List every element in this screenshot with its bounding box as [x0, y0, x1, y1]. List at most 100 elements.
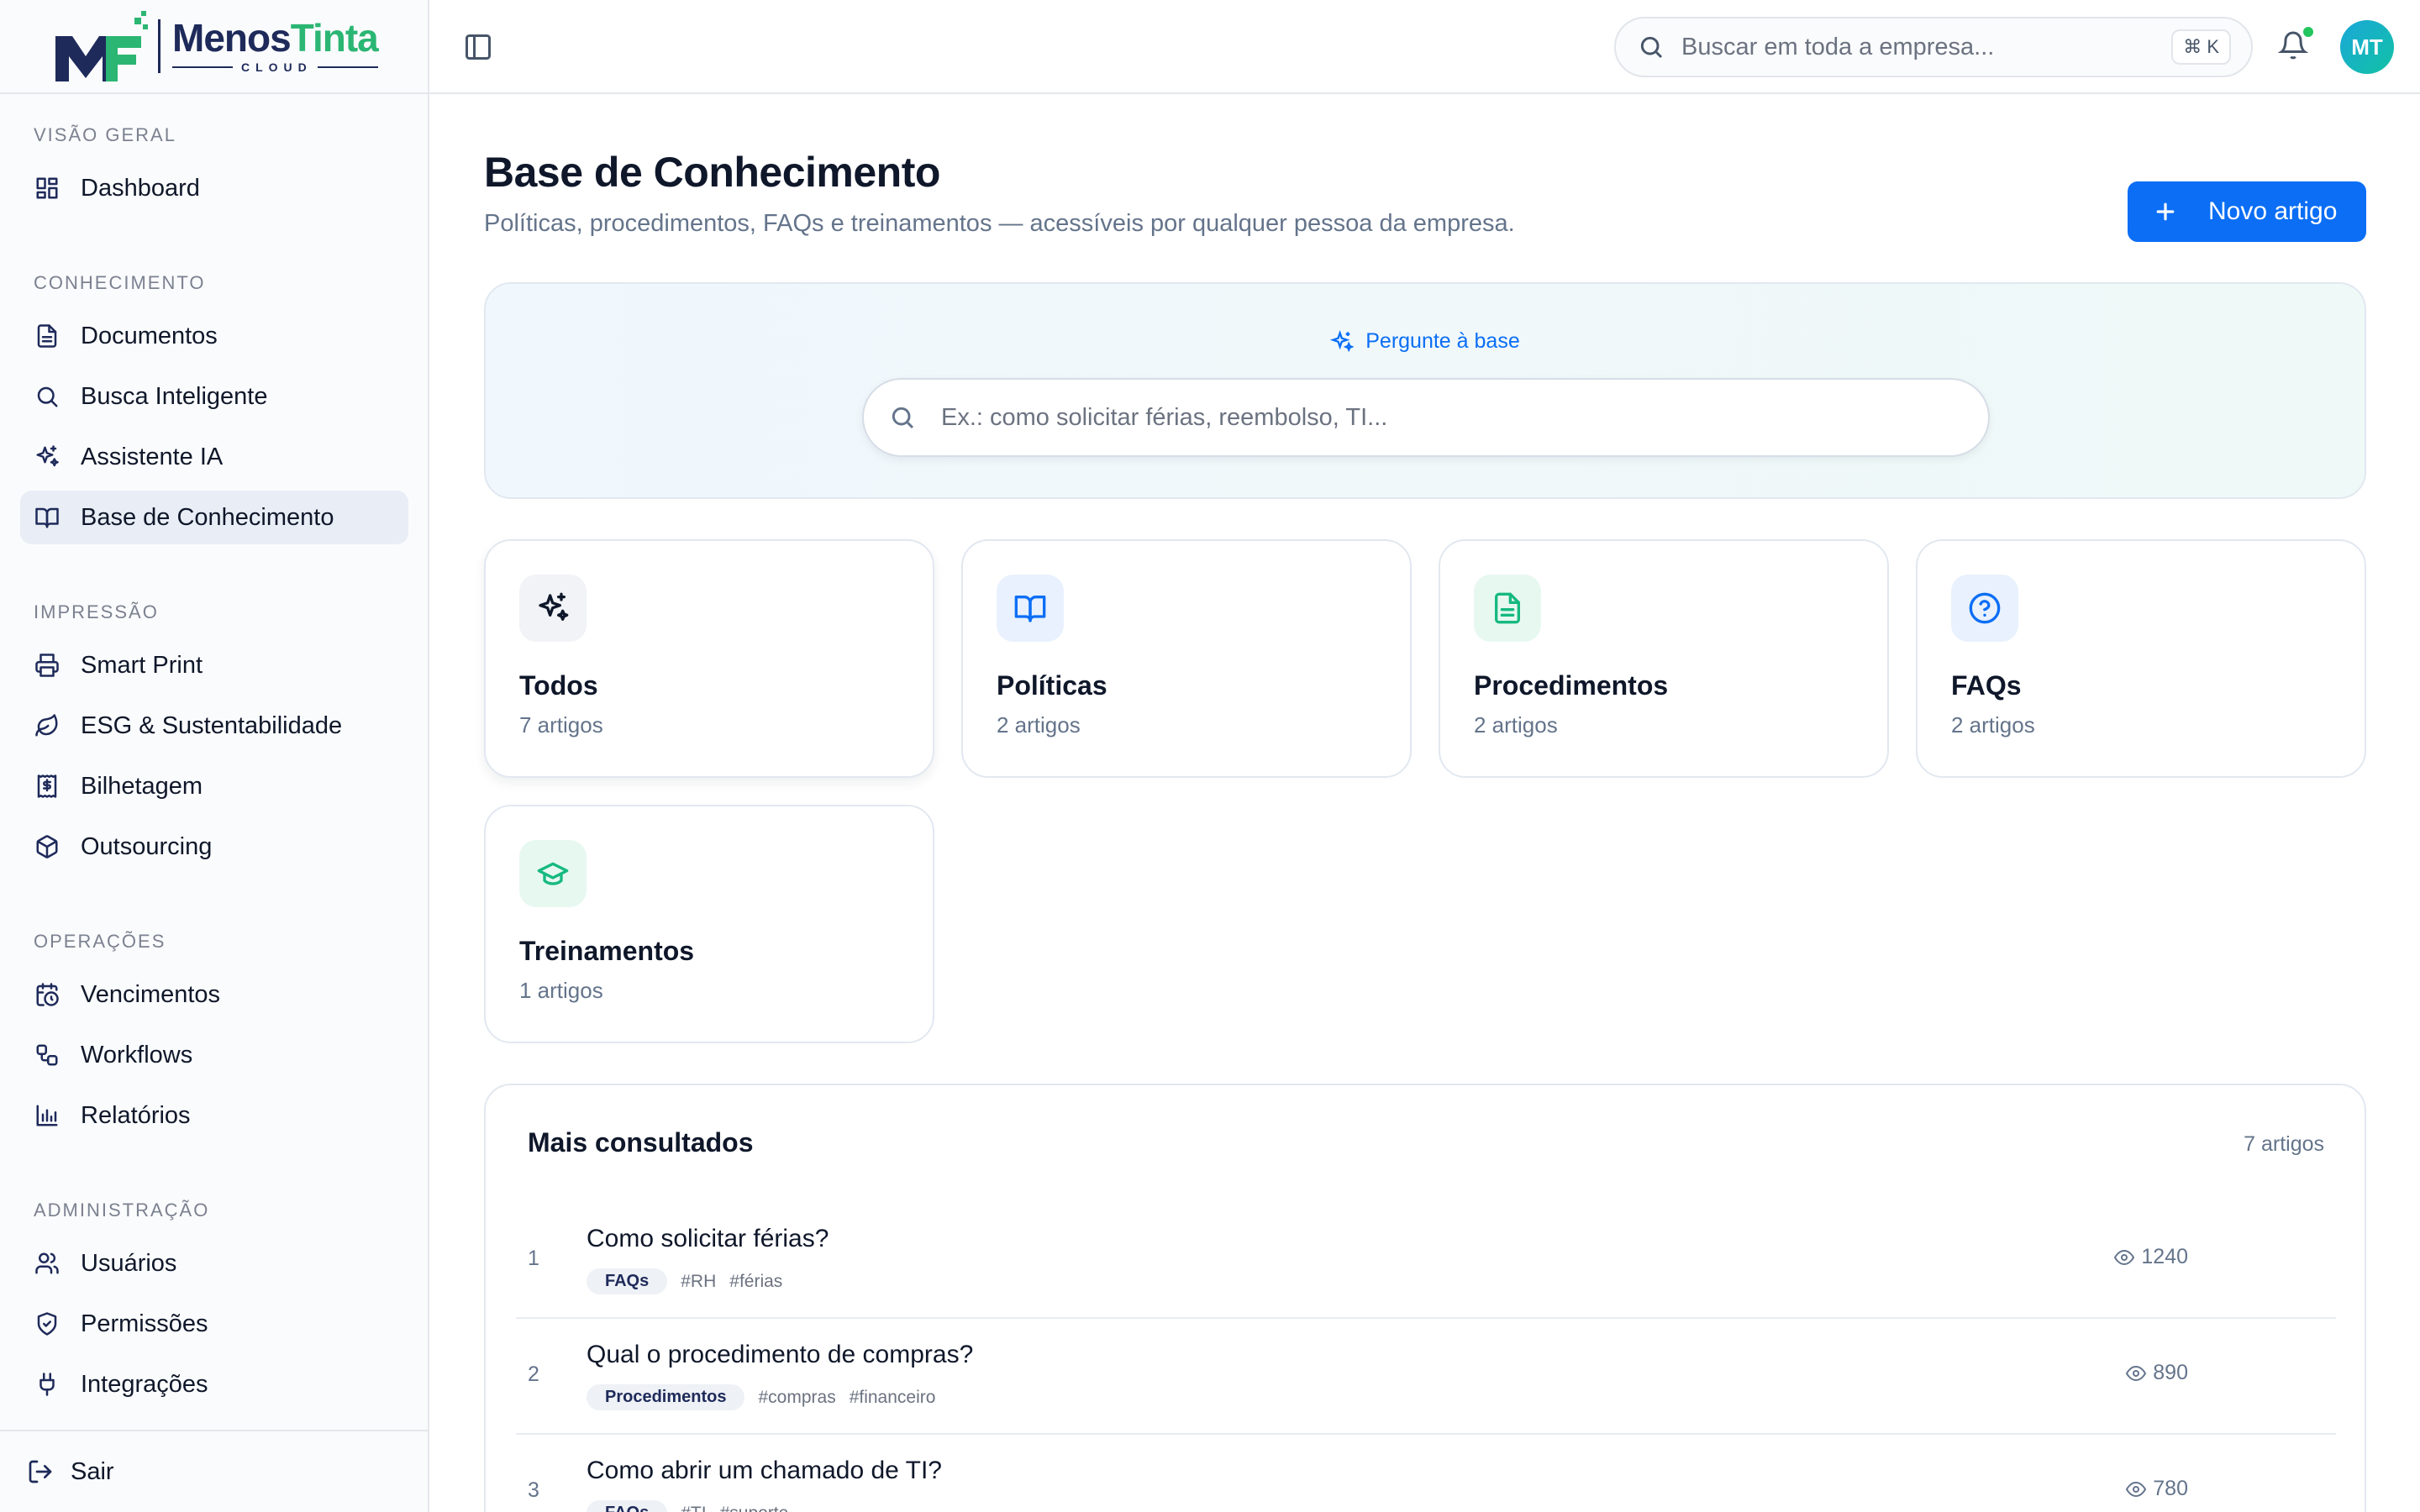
- sidebar-item-integracoes[interactable]: Integrações: [20, 1357, 408, 1411]
- category-count: 2 artigos: [1474, 712, 1558, 738]
- popular-title: Mais consultados: [528, 1127, 754, 1158]
- leaf-icon: [34, 712, 60, 739]
- dashboard-icon: [34, 175, 60, 202]
- category-card-treinamentos[interactable]: Treinamentos 1 artigos: [484, 805, 934, 1043]
- article-tag: #RH: [681, 1271, 717, 1291]
- nav-section-title: Operações: [34, 931, 166, 952]
- logo-mark-icon: [55, 11, 148, 81]
- topbar: Buscar em toda a empresa... ⌘ K MT: [429, 0, 2420, 94]
- receipt-icon: [34, 773, 60, 800]
- category-name: Todos: [519, 670, 598, 701]
- category-card-faqs[interactable]: FAQs 2 artigos: [1916, 539, 2366, 778]
- category-badge: Procedimentos: [587, 1384, 745, 1410]
- article-views: 890: [2126, 1361, 2188, 1385]
- popular-count: 7 artigos: [2244, 1132, 2324, 1156]
- help-circle-icon: [1951, 575, 2018, 642]
- new-article-button[interactable]: Novo artigo: [2128, 181, 2366, 242]
- eye-icon: [2114, 1249, 2135, 1265]
- article-view-count: 780: [2153, 1477, 2188, 1500]
- ask-panel: Pergunte à base Ex.: como solicitar féri…: [484, 282, 2366, 499]
- sparkles-icon: [34, 444, 60, 470]
- article-tags: FAQs #RH #férias: [587, 1268, 782, 1294]
- category-card-politicas[interactable]: Políticas 2 artigos: [961, 539, 1412, 778]
- article-title: Como abrir um chamado de TI?: [587, 1457, 942, 1484]
- article-views: 780: [2126, 1477, 2188, 1501]
- page-title: Base de Conhecimento: [484, 149, 940, 196]
- printer-icon: [34, 652, 60, 679]
- category-count: 2 artigos: [1951, 712, 2035, 738]
- sidebar-item-label: Base de Conhecimento: [81, 503, 334, 531]
- category-badge: FAQs: [587, 1500, 668, 1512]
- ask-input-placeholder: Ex.: como solicitar férias, reembolso, T…: [941, 403, 1388, 431]
- ask-input[interactable]: Ex.: como solicitar férias, reembolso, T…: [862, 378, 1990, 457]
- article-tag: #férias: [729, 1271, 783, 1291]
- article-rank: 2: [528, 1362, 539, 1386]
- avatar[interactable]: MT: [2340, 20, 2394, 74]
- category-name: FAQs: [1951, 670, 2022, 701]
- article-row[interactable]: 1 Como solicitar férias? FAQs #RH #féria…: [516, 1203, 2336, 1319]
- sidebar-item-assistente-ia[interactable]: Assistente IA: [20, 430, 408, 484]
- log-out-icon: [29, 1460, 52, 1483]
- article-tag: #compras: [758, 1387, 836, 1407]
- bar-chart-icon: [34, 1102, 60, 1129]
- article-row[interactable]: 3 Como abrir um chamado de TI? FAQs #TI …: [516, 1435, 2336, 1512]
- logout-button[interactable]: Sair: [0, 1430, 428, 1512]
- sidebar-item-documentos[interactable]: Documentos: [20, 309, 408, 363]
- book-open-icon: [34, 504, 60, 531]
- category-count: 2 artigos: [997, 712, 1081, 738]
- sidebar-item-dashboard[interactable]: Dashboard: [20, 161, 408, 215]
- category-name: Procedimentos: [1474, 670, 1669, 701]
- logo-divider: [158, 19, 160, 73]
- article-tag: #suporte: [720, 1504, 789, 1512]
- notifications-button[interactable]: [2277, 25, 2315, 64]
- brand-logo[interactable]: MenosTinta CLOUD: [0, 0, 428, 94]
- sidebar-item-label: Smart Print: [81, 651, 203, 679]
- article-row[interactable]: 2 Qual o procedimento de compras? Proced…: [516, 1319, 2336, 1435]
- category-card-procedimentos[interactable]: Procedimentos 2 artigos: [1439, 539, 1889, 778]
- brand-name-part2: Tinta: [290, 16, 379, 60]
- sidebar-item-label: Permissões: [81, 1310, 208, 1337]
- article-tag: #financeiro: [849, 1387, 936, 1407]
- sidebar-item-vencimentos[interactable]: Vencimentos: [20, 968, 408, 1021]
- sidebar-item-permissoes[interactable]: Permissões: [20, 1297, 408, 1351]
- sidebar-item-workflows[interactable]: Workflows: [20, 1028, 408, 1082]
- file-text-icon: [1474, 575, 1541, 642]
- category-badge: FAQs: [587, 1268, 668, 1294]
- sidebar-item-label: Bilhetagem: [81, 772, 203, 800]
- sidebar-item-esg[interactable]: ESG & Sustentabilidade: [20, 699, 408, 753]
- plus-icon: [2156, 202, 2175, 221]
- sidebar-item-label: ESG & Sustentabilidade: [81, 711, 343, 739]
- sidebar-item-bilhetagem[interactable]: Bilhetagem: [20, 759, 408, 813]
- sidebar-item-smart-print[interactable]: Smart Print: [20, 638, 408, 692]
- notification-dot: [2302, 25, 2315, 39]
- sidebar-item-relatorios[interactable]: Relatórios: [20, 1089, 408, 1142]
- toggle-sidebar-button[interactable]: [463, 32, 493, 62]
- article-views: 1240: [2114, 1245, 2188, 1269]
- new-article-label: Novo artigo: [2208, 197, 2338, 225]
- sidebar-item-busca-inteligente[interactable]: Busca Inteligente: [20, 370, 408, 423]
- sidebar-item-label: Relatórios: [81, 1101, 191, 1129]
- sidebar-item-label: Busca Inteligente: [81, 382, 268, 410]
- article-title: Como solicitar férias?: [587, 1225, 829, 1252]
- page-subtitle: Políticas, procedimentos, FAQs e treinam…: [484, 210, 1515, 237]
- search-icon: [34, 383, 60, 410]
- global-search-input[interactable]: Buscar em toda a empresa... ⌘ K: [1614, 17, 2253, 77]
- nav-section-title: Impressão: [34, 601, 159, 622]
- sparkles-icon: [519, 575, 587, 642]
- sidebar-item-label: Outsourcing: [81, 832, 213, 860]
- article-tags: FAQs #TI #suporte: [587, 1500, 788, 1512]
- shortcut-hint: ⌘ K: [2171, 29, 2231, 65]
- sidebar-item-outsourcing[interactable]: Outsourcing: [20, 820, 408, 874]
- category-card-todos[interactable]: Todos 7 artigos: [484, 539, 934, 778]
- sidebar-item-label: Integrações: [81, 1370, 208, 1398]
- search-icon: [1640, 36, 1663, 59]
- article-view-count: 1240: [2141, 1245, 2188, 1268]
- sidebar-item-usuarios[interactable]: Usuários: [20, 1236, 408, 1290]
- package-icon: [34, 833, 60, 860]
- category-name: Treinamentos: [519, 936, 695, 966]
- sidebar-item-base-de-conhecimento[interactable]: Base de Conhecimento: [20, 491, 408, 544]
- panel-left-icon: [466, 34, 491, 60]
- brand-name-part1: Menos: [172, 16, 292, 60]
- eye-icon: [2126, 1481, 2147, 1497]
- article-tag: #TI: [681, 1504, 706, 1512]
